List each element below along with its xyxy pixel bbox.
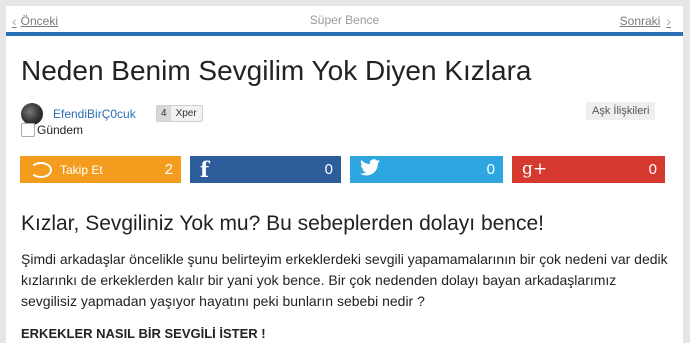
xp-badge: 4 Xper (156, 105, 203, 122)
category-tag[interactable]: Aşk İlişkileri (586, 102, 656, 120)
googleplus-share-button[interactable]: g+ 0 (512, 156, 665, 183)
section-title: Süper Bence (309, 13, 380, 27)
twitter-count: 0 (486, 161, 495, 178)
next-link[interactable]: Sonraki › (620, 13, 671, 29)
gundem-checkbox[interactable] (21, 123, 35, 137)
chevron-right-icon: › (666, 13, 671, 29)
gundem-label: Gündem (37, 123, 84, 137)
facebook-share-button[interactable]: f 0 (190, 156, 341, 183)
follow-label: Takip Et (60, 162, 103, 177)
article-subheading: ERKEKLER NASIL BİR SEVGİLİ İSTER ! (21, 326, 266, 341)
author-avatar[interactable] (21, 103, 43, 125)
googleplus-count: 0 (648, 161, 657, 178)
googleplus-icon: g+ (522, 159, 548, 179)
twitter-icon (360, 158, 380, 181)
page: ‹ Önceki Süper Bence Sonraki › Neden Ben… (6, 6, 683, 343)
next-label: Sonraki (619, 14, 661, 28)
follow-count: 2 (164, 161, 173, 178)
facebook-count: 0 (324, 161, 333, 178)
article-heading: Kızlar, Sevgiliniz Yok mu? Bu sebeplerde… (21, 212, 545, 235)
follow-button[interactable]: Takip Et 2 (20, 156, 181, 183)
twitter-share-button[interactable]: 0 (350, 156, 503, 183)
xp-label: Xper (175, 108, 197, 119)
xp-level: 4 (157, 106, 171, 121)
article-paragraph: Şimdi arkadaşlar öncelikle şunu belirtey… (21, 251, 668, 309)
facebook-icon: f (200, 157, 210, 182)
author-name[interactable]: EfendiBirÇ0cuk (53, 107, 136, 121)
gundem-tag[interactable]: Gündem (21, 123, 83, 137)
article-title: Neden Benim Sevgilim Yok Diyen Kızlara (21, 55, 532, 86)
follow-icon (30, 161, 52, 178)
top-navigation: ‹ Önceki Süper Bence Sonraki › (6, 6, 683, 36)
